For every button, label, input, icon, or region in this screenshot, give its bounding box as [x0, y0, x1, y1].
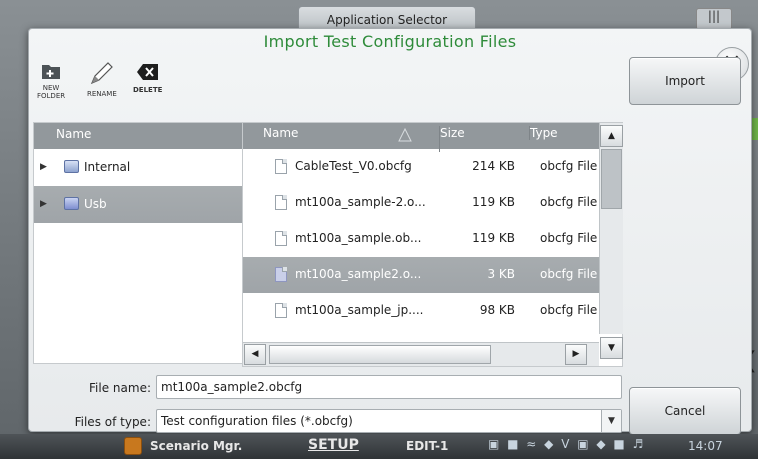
- usb-drive-icon: [64, 197, 79, 210]
- file-size: 214 KB: [472, 159, 515, 173]
- file-type-select[interactable]: Test configuration files (*.obcfg) ▼: [156, 409, 622, 433]
- scenario-manager-label[interactable]: Scenario Mgr.: [150, 439, 242, 453]
- dropdown-arrow-icon[interactable]: ▼: [601, 410, 621, 432]
- file-type: obcfg File: [540, 267, 598, 281]
- column-header-type[interactable]: Type: [529, 126, 599, 140]
- backspace-icon: [136, 64, 158, 80]
- file-icon: [275, 195, 287, 210]
- pencil-icon: [90, 62, 113, 85]
- file-name: mt100a_sample-2.o...: [295, 195, 426, 209]
- new-folder-icon: [42, 65, 61, 79]
- file-row[interactable]: CableTest_V0.obcfg 214 KB obcfg File: [243, 149, 622, 185]
- file-name: mt100a_sample2.o...: [295, 267, 422, 281]
- file-type: obcfg File: [540, 159, 598, 173]
- file-icon: [275, 303, 287, 318]
- file-type-label: Files of type:: [74, 415, 151, 429]
- file-icon: [275, 231, 287, 246]
- file-type: obcfg File: [540, 303, 598, 317]
- file-list-header: Name Size Type: [243, 123, 622, 152]
- status-icons: ▣ ■ ≈ ◆ V ▣ ◆ ■ ♬: [488, 437, 646, 451]
- scroll-down-icon[interactable]: ▼: [600, 337, 623, 359]
- setup-button[interactable]: SETUP: [308, 437, 359, 453]
- file-name: CableTest_V0.obcfg: [295, 159, 412, 173]
- scenario-manager-icon[interactable]: [124, 437, 142, 455]
- tree-item-internal[interactable]: ▶ Internal: [34, 149, 250, 186]
- file-size: 119 KB: [472, 195, 515, 209]
- file-name-label: File name:: [89, 381, 151, 395]
- column-header-name[interactable]: Name: [263, 126, 298, 140]
- file-name-input[interactable]: mt100a_sample2.obcfg: [156, 375, 622, 399]
- expand-arrow-icon[interactable]: ▶: [40, 186, 47, 223]
- file-type-value: Test configuration files (*.obcfg): [161, 414, 353, 428]
- tree-item-label: Internal: [84, 160, 131, 174]
- file-type: obcfg File: [540, 195, 598, 209]
- file-icon: [275, 267, 287, 282]
- file-row[interactable]: mt100a_sample_jp.... 98 KB obcfg File: [243, 293, 622, 329]
- file-size: 119 KB: [472, 231, 515, 245]
- taskbar: Scenario Mgr. SETUP EDIT-1 ▣ ■ ≈ ◆ V ▣ ◆…: [0, 434, 758, 459]
- cancel-button[interactable]: Cancel: [629, 387, 741, 435]
- horizontal-scrollbar[interactable]: ◀ ▶: [243, 342, 599, 366]
- expand-arrow-icon[interactable]: ▶: [40, 149, 47, 186]
- vertical-scroll-thumb[interactable]: [601, 149, 622, 209]
- file-size: 3 KB: [487, 267, 515, 281]
- file-name: mt100a_sample_jp....: [295, 303, 424, 317]
- file-icon: [275, 159, 287, 174]
- file-list: Name Size Type CableTest_V0.obcfg 214 KB…: [242, 122, 623, 367]
- delete-label: DELETE: [133, 86, 163, 94]
- scroll-left-icon[interactable]: ◀: [244, 344, 266, 365]
- file-type: obcfg File: [540, 231, 598, 245]
- file-size: 98 KB: [479, 303, 515, 317]
- file-row[interactable]: mt100a_sample.ob... 119 KB obcfg File: [243, 221, 622, 257]
- tree-item-label: Usb: [84, 197, 107, 211]
- tree-header: Name: [34, 123, 250, 149]
- clock: 14:07: [688, 439, 723, 453]
- edit-mode-label[interactable]: EDIT-1: [406, 439, 448, 453]
- horizontal-scroll-thumb[interactable]: [269, 345, 491, 364]
- import-button[interactable]: Import: [629, 57, 741, 105]
- delete-button[interactable]: DELETE: [133, 61, 162, 94]
- file-name: mt100a_sample.ob...: [295, 231, 422, 245]
- rename-label: RENAME: [87, 90, 117, 98]
- rename-button[interactable]: RENAME: [87, 61, 117, 98]
- file-row[interactable]: mt100a_sample-2.o... 119 KB obcfg File: [243, 185, 622, 221]
- scroll-up-icon[interactable]: ▲: [600, 125, 623, 147]
- drive-icon: [64, 160, 79, 173]
- import-dialog: Import Test Configuration Files NEW FOLD…: [28, 28, 752, 435]
- dialog-title: Import Test Configuration Files: [263, 32, 517, 51]
- scroll-right-icon[interactable]: ▶: [565, 344, 587, 365]
- vertical-scrollbar[interactable]: ▲ ▼: [599, 123, 623, 359]
- folder-tree: Name ▶ Internal ▶ Usb: [33, 122, 251, 364]
- new-folder-button[interactable]: NEW FOLDER: [37, 61, 65, 100]
- menu-icon[interactable]: |||: [696, 8, 732, 30]
- tree-item-usb[interactable]: ▶ Usb: [34, 186, 250, 223]
- sort-ascending-icon: [398, 128, 412, 142]
- file-row-selected[interactable]: mt100a_sample2.o... 3 KB obcfg File: [243, 257, 622, 293]
- new-folder-label: NEW FOLDER: [37, 84, 66, 100]
